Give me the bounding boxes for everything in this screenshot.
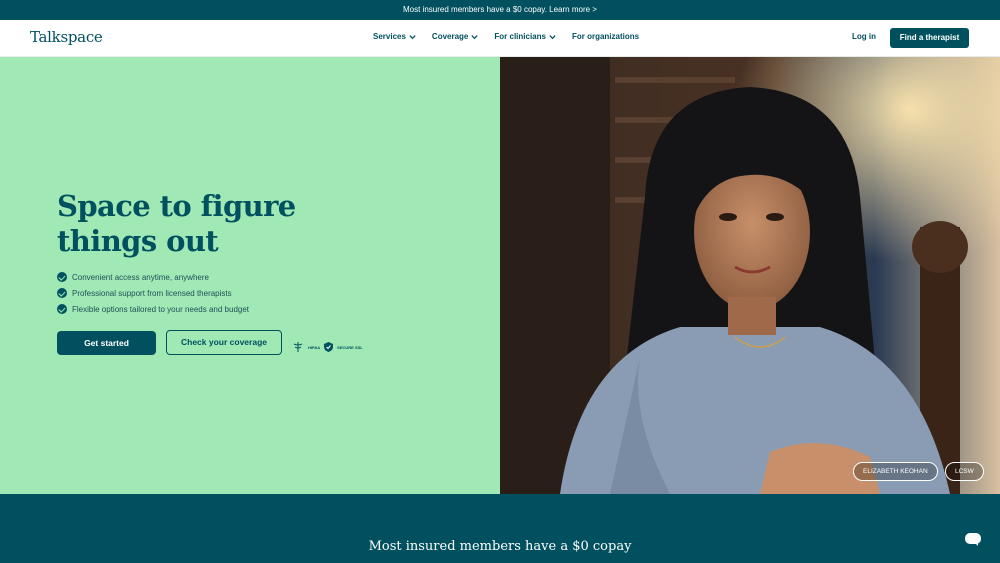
chevron-down-icon [471,35,479,40]
nav-item-label: Services [373,32,406,41]
secure-ssl-badge: SECURE SSL [337,344,363,350]
chat-button[interactable] [954,520,992,558]
copay-section: Most insured members have a $0 copay [0,494,1000,563]
therapist-portrait-image [500,57,1000,494]
chat-bubble-icon [965,533,981,546]
nav-item-coverage[interactable]: Coverage [432,32,479,41]
announcement-bar[interactable]: Most insured members have a $0 copay. Le… [0,0,1000,20]
therapist-credential-chip[interactable]: LCSW [945,462,984,481]
talkspace-logo[interactable]: Talkspace [30,28,103,46]
hero-benefit-list: Convenient access anytime, anywhere Prof… [57,269,249,317]
find-therapist-button[interactable]: Find a therapist [890,28,969,48]
check-circle-icon [57,272,67,282]
check-circle-icon [57,288,67,298]
shield-check-icon [324,342,334,352]
benefit-text: Professional support from licensed thera… [72,288,232,298]
get-started-button[interactable]: Get started [57,331,156,355]
chevron-down-icon [549,35,556,40]
login-link[interactable]: Log in [852,32,876,41]
copay-heading: Most insured members have a $0 copay [368,539,632,554]
nav-item-label: Coverage [431,32,469,41]
hero-headline: Space to figure things out [57,189,296,258]
nav-links: Services Coverage For clinicians For org… [373,32,639,41]
hipaa-badge: HIPAA [308,344,321,350]
list-item: Professional support from licensed thera… [57,285,249,301]
chevron-down-icon [409,35,416,40]
top-navbar: Talkspace Services Coverage For clinicia… [0,20,1000,57]
list-item: Flexible options tailored to your needs … [57,301,249,317]
hero-section: Space to figure things out Convenient ac… [0,57,500,494]
check-circle-icon [57,304,67,314]
nav-item-label: For clinicians [494,32,546,41]
nav-item-label: For organizations [571,32,640,41]
nav-item-for-organizations[interactable]: For organizations [572,32,639,41]
nav-item-for-clinicians[interactable]: For clinicians [494,32,557,41]
nav-item-services[interactable]: Services [373,32,417,41]
hipaa-caduceus-icon [293,342,303,352]
trust-badges: HIPAA SECURE SSL [292,342,363,352]
therapist-name-chip[interactable]: ELIZABETH KEOHAN [853,462,938,481]
benefit-text: Flexible options tailored to your needs … [72,304,250,314]
benefit-text: Convenient access anytime, anywhere [72,272,209,282]
hero-photo: ELIZABETH KEOHAN LCSW [500,57,1000,494]
check-coverage-button[interactable]: Check your coverage [166,330,282,355]
list-item: Convenient access anytime, anywhere [57,269,249,285]
